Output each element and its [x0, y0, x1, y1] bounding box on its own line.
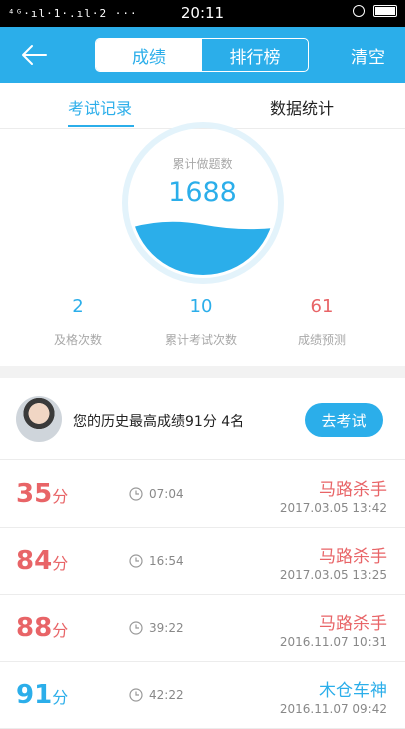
stat-value: 2: [72, 296, 84, 317]
status-bar: ⁴ᴳ·ıl·1·.ıl·2 ··· 20:11: [0, 0, 405, 27]
clock-icon: [129, 487, 143, 501]
record-date: 2017.03.05 13:25: [279, 568, 387, 582]
summary-panel: 累计做题数 1688 2 及格次数 10 累计考试次数 61 成绩预测: [0, 122, 405, 366]
score-value: 35: [16, 479, 53, 509]
avatar: [16, 396, 62, 442]
clear-button[interactable]: 清空: [351, 43, 385, 68]
exam-records-list: 35分 07:04 马路杀手 2017.03.05 13:42 84分 16:5…: [0, 461, 405, 729]
alarm-icon: [353, 5, 365, 17]
clock-icon: [129, 621, 143, 635]
record-duration: 07:04: [149, 487, 184, 501]
back-arrow-icon[interactable]: [20, 43, 48, 67]
tab-exam-records[interactable]: 考试记录: [68, 95, 132, 119]
gauge-label: 累计做题数: [172, 157, 233, 171]
score-value: 88: [16, 613, 53, 643]
segmented-control: 成绩 排行榜: [95, 38, 309, 72]
record-duration: 39:22: [149, 621, 184, 635]
record-row[interactable]: 35分 07:04 马路杀手 2017.03.05 13:42: [0, 461, 405, 528]
score-value: 84: [16, 546, 53, 576]
record-title: 马路杀手: [319, 614, 387, 634]
record-duration: 42:22: [149, 688, 184, 702]
status-right: [353, 5, 397, 17]
best-score-bar: 您的历史最高成绩91分 4名 去考试: [0, 378, 405, 460]
app-header: 成绩 排行榜 清空: [0, 27, 405, 83]
record-row[interactable]: 91分 42:22 木仓车神 2016.11.07 09:42: [0, 662, 405, 729]
start-exam-button[interactable]: 去考试: [305, 403, 383, 437]
record-score: 88分: [16, 613, 68, 643]
section-divider: [0, 366, 405, 378]
score-unit: 分: [52, 554, 69, 573]
clock-icon: [129, 554, 143, 568]
stat-value: 61: [310, 296, 334, 317]
record-row[interactable]: 88分 39:22 马路杀手 2016.11.07 10:31: [0, 595, 405, 662]
record-title: 马路杀手: [319, 547, 387, 567]
total-questions-value: 1688: [168, 177, 237, 208]
score-unit: 分: [52, 487, 69, 506]
record-date: 2016.11.07 10:31: [279, 635, 387, 649]
record-duration: 16:54: [149, 554, 184, 568]
score-unit: 分: [52, 688, 69, 707]
stat-label: 成绩预测: [297, 333, 346, 347]
tab-data-statistics[interactable]: 数据统计: [270, 95, 334, 119]
tab-ranking[interactable]: 排行榜: [202, 39, 308, 71]
clock-icon: [129, 688, 143, 702]
stat-pass-count: 2 及格次数: [18, 296, 138, 348]
record-date: 2017.03.05 13:42: [279, 501, 387, 515]
record-date: 2016.11.07 09:42: [279, 702, 387, 716]
stat-label: 累计考试次数: [164, 333, 237, 347]
status-time: 20:11: [180, 4, 225, 22]
stat-label: 及格次数: [53, 333, 102, 347]
best-score-text: 您的历史最高成绩91分 4名: [73, 414, 245, 430]
tab-scores[interactable]: 成绩: [96, 39, 202, 71]
record-row[interactable]: 84分 16:54 马路杀手 2017.03.05 13:25: [0, 528, 405, 595]
stat-score-prediction: 61 成绩预测: [262, 296, 382, 348]
record-title: 木仓车神: [319, 681, 387, 701]
score-value: 91: [16, 680, 53, 710]
battery-icon: [373, 5, 397, 17]
record-score: 91分: [16, 680, 68, 710]
record-title: 马路杀手: [319, 480, 387, 500]
record-score: 35分: [16, 479, 68, 509]
stat-value: 10: [189, 296, 213, 317]
stat-exam-count: 10 累计考试次数: [141, 296, 261, 348]
score-unit: 分: [52, 621, 69, 640]
record-score: 84分: [16, 546, 68, 576]
